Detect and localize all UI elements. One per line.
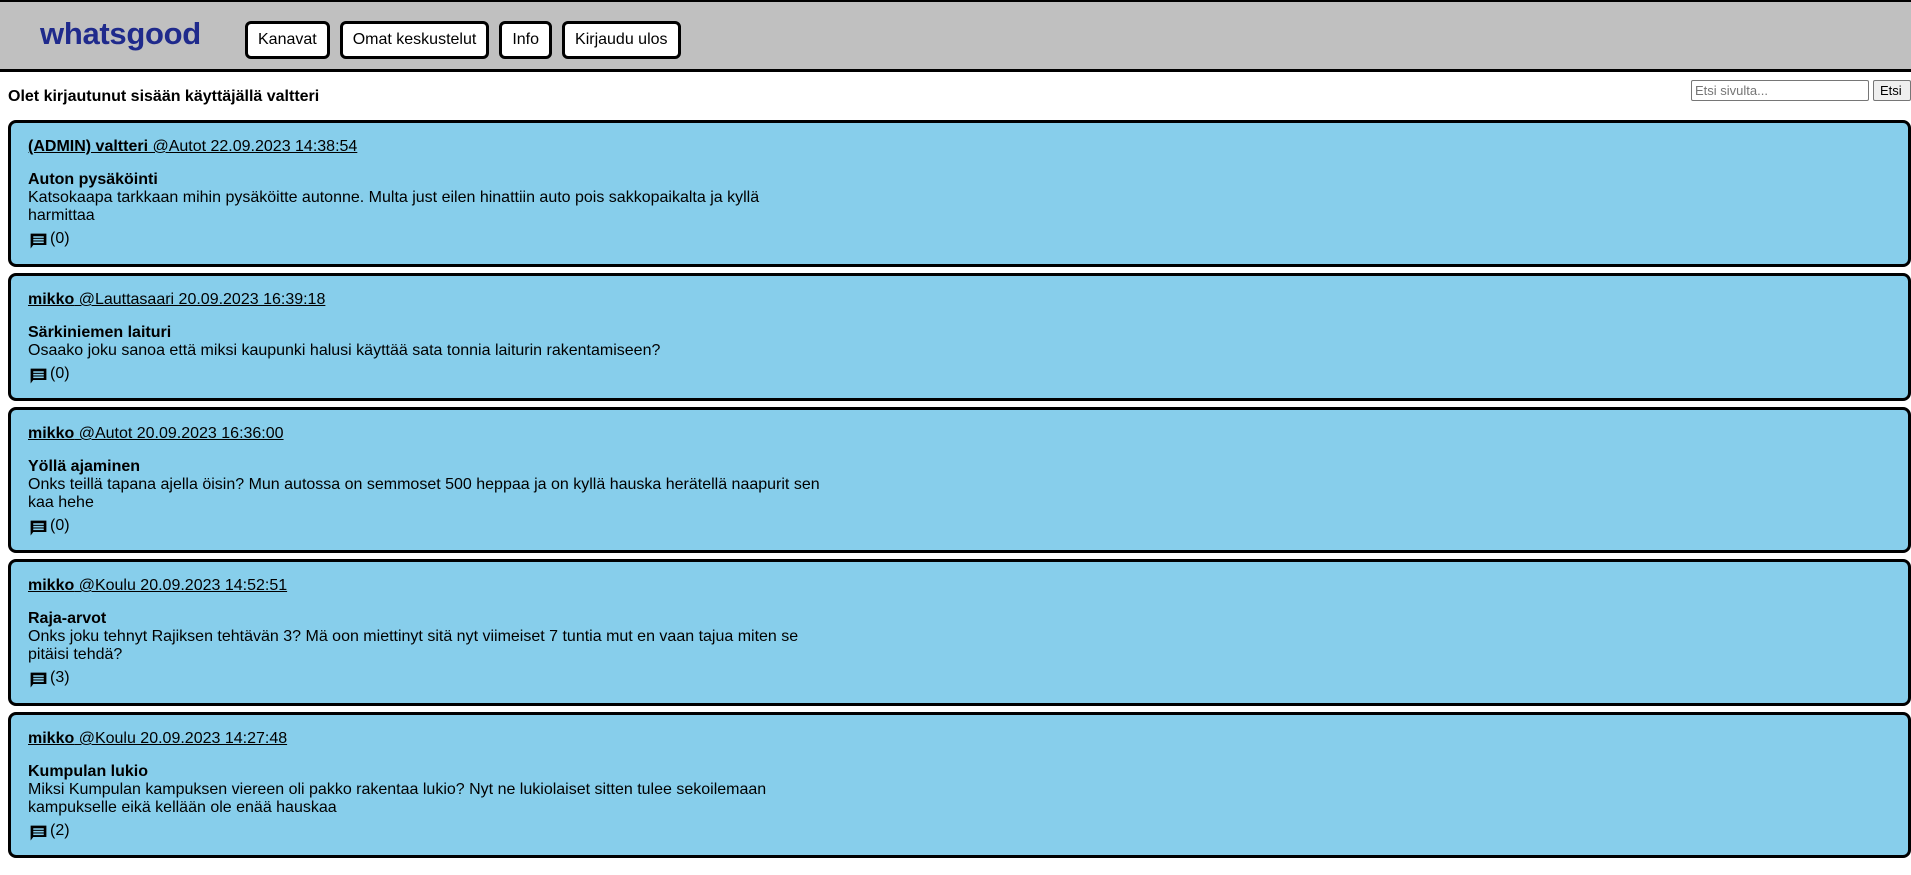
comment-icon <box>28 518 49 539</box>
post-card[interactable]: mikko @Koulu 20.09.2023 14:27:48 Kumpula… <box>8 712 1911 858</box>
post-meta: @Autot 22.09.2023 14:38:54 <box>148 138 358 155</box>
post-title: Yöllä ajaminen <box>28 458 141 475</box>
post-meta: @Koulu 20.09.2023 14:27:48 <box>74 730 288 747</box>
nav-logout-button[interactable]: Kirjaudu ulos <box>562 21 681 59</box>
post-meta: @Lauttasaari 20.09.2023 16:39:18 <box>74 291 326 308</box>
post-title: Auton pysäköinti <box>28 171 158 188</box>
nav-info-button[interactable]: Info <box>499 21 553 59</box>
search-input[interactable] <box>1691 80 1869 101</box>
nav-channels-button[interactable]: Kanavat <box>245 21 330 59</box>
app-logo[interactable]: whatsgood <box>40 16 201 52</box>
post-body: Katsokaapa tarkkaan mihin pysäköitte aut… <box>28 189 760 224</box>
post-author: mikko <box>28 425 75 442</box>
comment-count: (3) <box>50 669 70 686</box>
post-header-link[interactable]: mikko @Koulu 20.09.2023 14:52:51 <box>28 576 1891 596</box>
post-body: Onks teillä tapana ajella öisin? Mun aut… <box>28 476 820 511</box>
post-title: Raja-arvot <box>28 610 107 627</box>
main-nav: Kanavat Omat keskustelut Info Kirjaudu u… <box>245 21 681 59</box>
post-author: (ADMIN) valtteri <box>28 138 149 155</box>
post-title: Kumpulan lukio <box>28 763 148 780</box>
comment-icon <box>28 231 49 252</box>
comment-count: (0) <box>50 517 70 534</box>
sub-bar: Olet kirjautunut sisään käyttäjällä valt… <box>0 72 1911 120</box>
post-author: mikko <box>28 577 75 594</box>
comment-count-link[interactable]: (0) <box>28 365 1891 387</box>
comment-icon <box>28 366 49 387</box>
post-header-link[interactable]: mikko @Koulu 20.09.2023 14:27:48 <box>28 729 1891 749</box>
search-bar: Etsi <box>1691 80 1911 101</box>
comment-count-link[interactable]: (0) <box>28 230 1891 252</box>
post-card[interactable]: mikko @Autot 20.09.2023 16:36:00 Yöllä a… <box>8 407 1911 553</box>
post-body: Miksi Kumpulan kampuksen viereen oli pak… <box>28 781 767 816</box>
post-author: mikko <box>28 730 75 747</box>
post-list: (ADMIN) valtteri @Autot 22.09.2023 14:38… <box>0 120 1911 858</box>
post-title: Särkiniemen laituri <box>28 324 172 341</box>
post-header-link[interactable]: mikko @Autot 20.09.2023 16:36:00 <box>28 424 1891 444</box>
comment-count-link[interactable]: (0) <box>28 517 1891 539</box>
nav-my-conversations-button[interactable]: Omat keskustelut <box>339 21 490 59</box>
post-author: mikko <box>28 291 75 308</box>
search-button[interactable]: Etsi <box>1873 80 1911 101</box>
post-header-link[interactable]: mikko @Lauttasaari 20.09.2023 16:39:18 <box>28 290 1891 310</box>
post-card[interactable]: mikko @Lauttasaari 20.09.2023 16:39:18 S… <box>8 273 1911 401</box>
post-meta: @Koulu 20.09.2023 14:52:51 <box>74 577 288 594</box>
post-meta: @Autot 20.09.2023 16:36:00 <box>74 425 284 442</box>
comment-count-link[interactable]: (3) <box>28 669 1891 691</box>
post-body: Osaako joku sanoa että miksi kaupunki ha… <box>28 342 661 359</box>
comment-count: (0) <box>50 365 70 382</box>
post-header-link[interactable]: (ADMIN) valtteri @Autot 22.09.2023 14:38… <box>28 137 1891 157</box>
comment-count: (0) <box>50 230 70 247</box>
post-card[interactable]: mikko @Koulu 20.09.2023 14:52:51 Raja-ar… <box>8 559 1911 706</box>
comment-icon <box>28 823 49 844</box>
comment-icon <box>28 670 49 691</box>
post-body: Onks joku tehnyt Rajiksen tehtävän 3? Mä… <box>28 628 799 663</box>
comment-count: (2) <box>50 822 70 839</box>
top-header: whatsgood Kanavat Omat keskustelut Info … <box>0 0 1911 72</box>
post-card[interactable]: (ADMIN) valtteri @Autot 22.09.2023 14:38… <box>8 120 1911 267</box>
comment-count-link[interactable]: (2) <box>28 822 1891 844</box>
login-status-text: Olet kirjautunut sisään käyttäjällä valt… <box>8 88 320 105</box>
